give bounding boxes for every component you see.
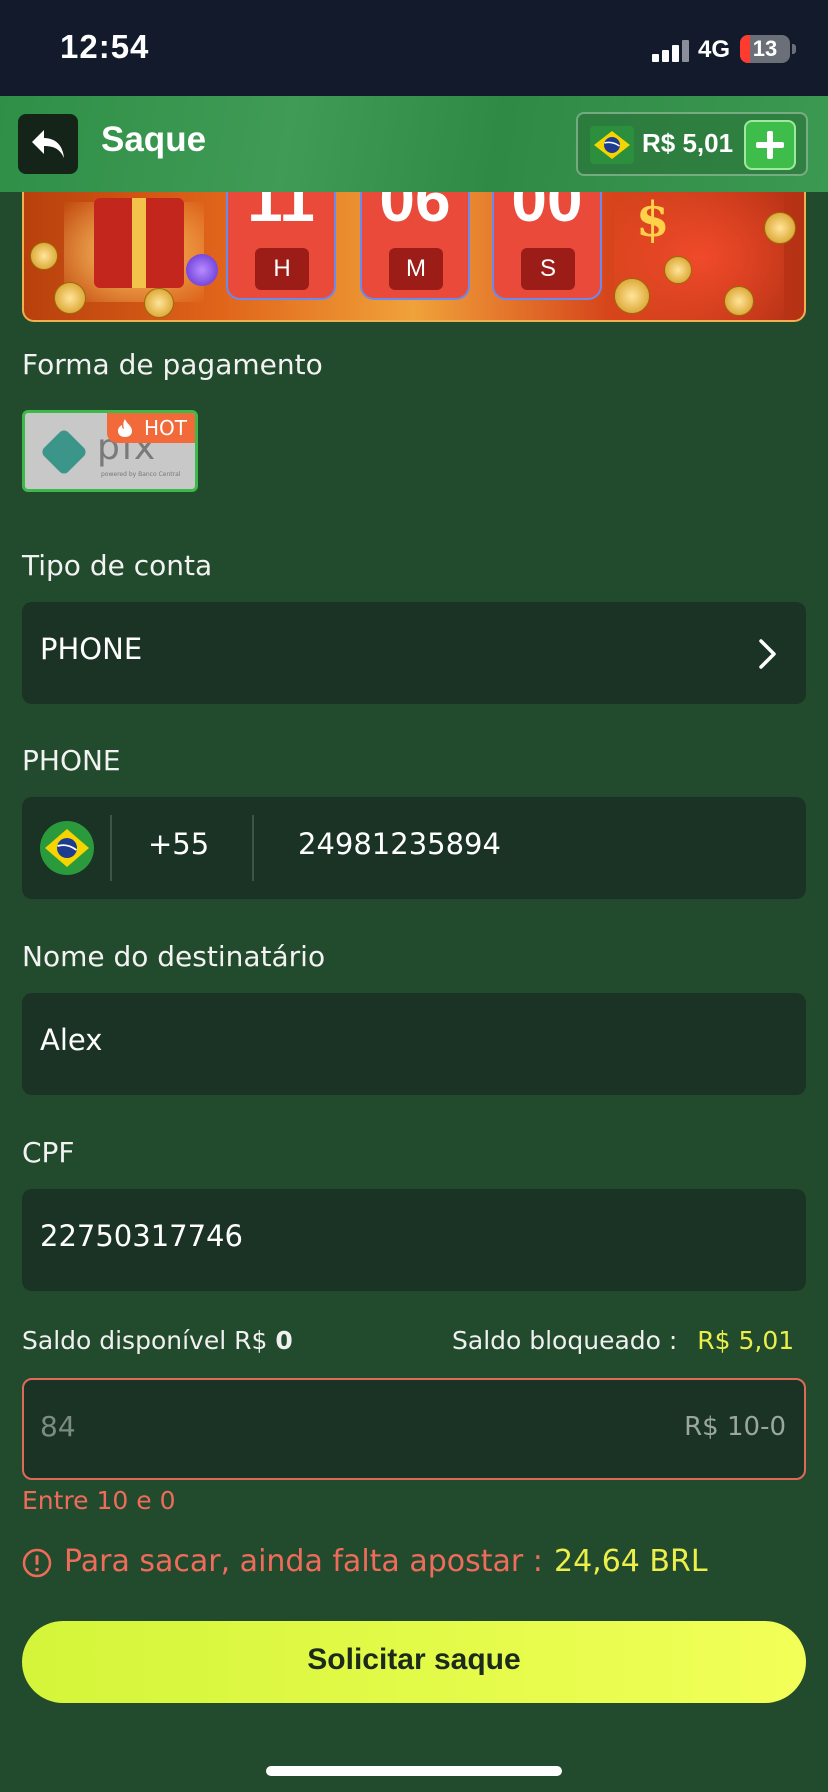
coin-icon [30, 242, 58, 270]
blocked-balance-value: R$ 5,01 [697, 1326, 795, 1355]
account-type-value: PHONE [40, 632, 143, 666]
chevron-right-icon [759, 639, 776, 669]
country-code[interactable]: +55 [148, 827, 209, 861]
coin-icon [664, 256, 692, 284]
gem-icon [186, 254, 218, 286]
back-arrow-icon [32, 130, 64, 158]
warning-text: Para sacar, ainda falta apostar : [64, 1544, 543, 1579]
available-balance-label: Saldo disponível R$ [22, 1326, 268, 1355]
back-button[interactable] [18, 114, 78, 174]
request-withdraw-label: Solicitar saque [307, 1643, 521, 1676]
gift-box-icon [94, 198, 184, 288]
hot-badge: HOT [107, 413, 195, 443]
amount-placeholder: 84 [40, 1410, 76, 1443]
timer-minutes: 06 M [360, 192, 470, 300]
timer-seconds-value: 00 [511, 192, 583, 235]
coin-icon [724, 286, 754, 316]
money-bag-icon: $ [636, 192, 670, 248]
cpf-label: CPF [22, 1136, 75, 1169]
timer-seconds-unit: S [521, 248, 575, 290]
deposit-add-button[interactable] [744, 120, 796, 170]
header-balance: R$ 5,01 [642, 128, 734, 158]
coin-icon [614, 278, 650, 314]
blocked-balance-label: Saldo bloqueado : [452, 1326, 678, 1355]
withdraw-amount-input[interactable]: 84 R$ 10-0 [22, 1378, 806, 1480]
phone-label: PHONE [22, 744, 121, 777]
amount-range: R$ 10-0 [684, 1412, 786, 1442]
alert-circle-icon [22, 1548, 52, 1578]
network-label: 4G [698, 36, 731, 63]
timer-hours-unit: H [255, 248, 309, 290]
timer-minutes-unit: M [389, 248, 443, 290]
plus-icon [756, 131, 784, 159]
recipient-name-label: Nome do destinatário [22, 940, 326, 973]
request-withdraw-button[interactable]: Solicitar saque [22, 1621, 806, 1703]
hot-badge-text: HOT [144, 416, 187, 440]
timer-hours: 11 H [226, 192, 336, 300]
payment-method-label: Forma de pagamento [22, 348, 323, 381]
signal-icon [652, 38, 690, 62]
balance-display: R$ 5,01 [576, 112, 808, 176]
coin-icon [764, 212, 796, 244]
divider [110, 815, 112, 881]
available-balance-value: 0 [275, 1326, 293, 1355]
battery-icon: 13 [740, 35, 790, 63]
account-type-label: Tipo de conta [22, 549, 213, 582]
blocked-balance: Saldo bloqueado : R$ 5,01 [452, 1326, 794, 1355]
amount-error: Entre 10 e 0 [22, 1486, 176, 1515]
promo-banner[interactable]: $ 11 H 06 M 00 S [22, 192, 806, 322]
page-title: Saque [101, 120, 207, 159]
cpf-value: 22750317746 [40, 1219, 243, 1253]
divider [252, 815, 254, 881]
home-indicator [266, 1766, 562, 1776]
recipient-name-input[interactable]: Alex [22, 993, 806, 1095]
battery-tip [792, 44, 796, 54]
available-balance: Saldo disponível R$ 0 [22, 1326, 293, 1355]
phone-number-input[interactable]: 24981235894 [298, 827, 501, 861]
cpf-input[interactable]: 22750317746 [22, 1189, 806, 1291]
coin-icon [54, 282, 86, 314]
header: Saque R$ 5,01 [0, 96, 828, 192]
brazil-flag-icon [590, 126, 634, 164]
pix-logo-subtext: powered by Banco Central [101, 471, 181, 478]
status-time: 12:54 [60, 28, 150, 65]
status-bar: 12:54 4G 13 [0, 0, 828, 96]
coin-icon [144, 288, 174, 318]
account-type-select[interactable]: PHONE [22, 602, 806, 704]
timer-hours-value: 11 [247, 192, 315, 235]
payment-option-pix[interactable]: pix powered by Banco Central HOT [22, 410, 198, 492]
brazil-flag-icon[interactable] [40, 821, 94, 875]
recipient-name-value: Alex [40, 1023, 103, 1057]
pix-logo-icon [39, 427, 89, 477]
phone-field: +55 24981235894 [22, 797, 806, 899]
timer-seconds: 00 S [492, 192, 602, 300]
battery-level: 13 [752, 36, 778, 61]
timer-minutes-value: 06 [379, 192, 451, 235]
fire-icon [118, 419, 132, 437]
warning-amount: 24,64 BRL [554, 1544, 708, 1579]
